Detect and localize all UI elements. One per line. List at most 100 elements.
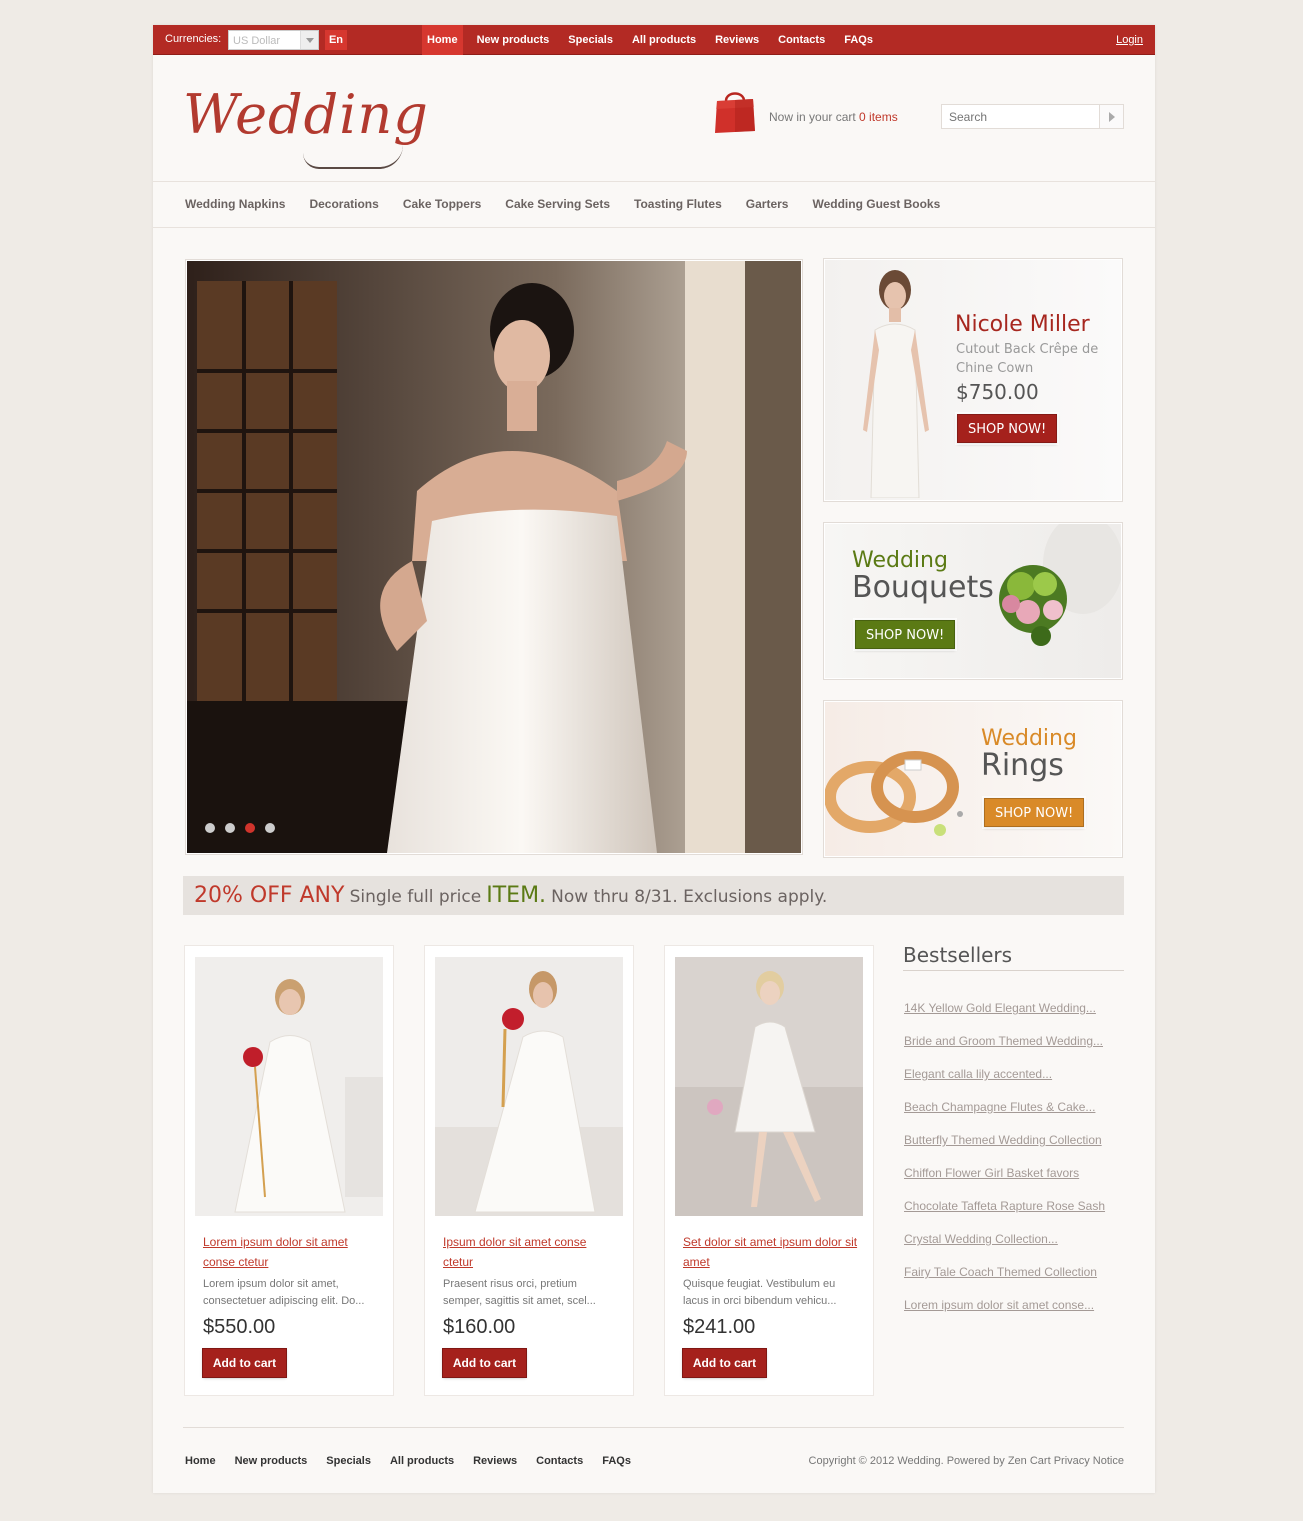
top-nav-faqs[interactable]: FAQs xyxy=(839,25,878,55)
list-item: Chocolate Taffeta Rapture Rose Sash xyxy=(904,1197,1105,1230)
bestseller-link[interactable]: Bride and Groom Themed Wedding... xyxy=(904,1034,1103,1048)
banner-price: $750.00 xyxy=(956,380,1039,404)
category-wedding-napkins[interactable]: Wedding Napkins xyxy=(185,197,285,211)
product-card: Set dolor sit amet ipsum dolor sit amet … xyxy=(664,945,874,1396)
banner-line2: Bouquets xyxy=(852,570,994,605)
currencies-label: Currencies: xyxy=(165,33,222,45)
footer-nav-home[interactable]: Home xyxy=(185,1455,216,1467)
product-price: $241.00 xyxy=(683,1316,756,1338)
banner-line2: Rings xyxy=(981,748,1064,783)
promo-text: Single full price xyxy=(349,887,482,907)
rings-image xyxy=(825,751,963,836)
product-card: Lorem ipsum dolor sit amet conse ctetur … xyxy=(184,945,394,1396)
list-item: Beach Champagne Flutes & Cake... xyxy=(904,1098,1105,1131)
product-description: Lorem ipsum dolor sit amet, consectetuer… xyxy=(203,1278,365,1307)
slider-dot[interactable] xyxy=(265,823,275,833)
product-price: $160.00 xyxy=(443,1316,516,1338)
list-item: Elegant calla lily accented... xyxy=(904,1065,1105,1098)
bestseller-link[interactable]: Beach Champagne Flutes & Cake... xyxy=(904,1100,1095,1114)
copyright: Copyright © 2012 Wedding. Powered by Zen… xyxy=(808,1455,1124,1467)
promo-banner: 20% OFF ANY Single full price ITEM. Now … xyxy=(183,876,1124,915)
top-nav-specials[interactable]: Specials xyxy=(563,25,618,55)
currency-select[interactable]: US Dollar xyxy=(228,30,319,50)
add-to-cart-button[interactable]: Add to cart xyxy=(443,1349,526,1377)
search-input[interactable] xyxy=(942,105,1100,128)
banner-bouquets[interactable]: Wedding Bouquets SHOP NOW! xyxy=(823,522,1123,680)
add-to-cart-button[interactable]: Add to cart xyxy=(203,1349,286,1377)
slider-dots xyxy=(205,823,285,833)
hero-image xyxy=(187,261,801,853)
top-nav-new-products[interactable]: New products xyxy=(472,25,555,55)
search-submit-button[interactable] xyxy=(1099,105,1123,128)
category-cake-serving-sets[interactable]: Cake Serving Sets xyxy=(505,197,610,211)
bestseller-link[interactable]: Chocolate Taffeta Rapture Rose Sash xyxy=(904,1199,1105,1213)
cart-count-link[interactable]: 0 items xyxy=(859,110,898,124)
slider-dot[interactable] xyxy=(205,823,215,833)
bestseller-link[interactable]: 14K Yellow Gold Elegant Wedding... xyxy=(904,1001,1096,1015)
list-item: Fairy Tale Coach Themed Collection xyxy=(904,1263,1105,1296)
slider-dot[interactable] xyxy=(225,823,235,833)
category-cake-toppers[interactable]: Cake Toppers xyxy=(403,197,481,211)
footer-nav-all-products[interactable]: All products xyxy=(390,1455,454,1467)
logo-swash xyxy=(303,145,403,169)
divider xyxy=(903,970,1124,971)
banner-title: Nicole Miller xyxy=(955,312,1090,337)
product-image[interactable] xyxy=(435,957,623,1216)
site-logo[interactable]: Wedding xyxy=(183,83,429,146)
arrow-right-icon xyxy=(1109,112,1115,122)
bestsellers-list: 14K Yellow Gold Elegant Wedding... Bride… xyxy=(904,999,1105,1329)
product-description: Praesent risus orci, pretium semper, sag… xyxy=(443,1278,596,1307)
shop-now-button[interactable]: SHOP NOW! xyxy=(984,798,1085,827)
banner-subtitle: Cutout Back Crêpe de Chine Cown xyxy=(956,342,1099,376)
banner-rings[interactable]: Wedding Rings SHOP NOW! xyxy=(823,700,1123,858)
list-item: Crystal Wedding Collection... xyxy=(904,1230,1105,1263)
shop-now-button[interactable]: SHOP NOW! xyxy=(957,414,1058,443)
bestseller-link[interactable]: Crystal Wedding Collection... xyxy=(904,1232,1058,1246)
language-button[interactable]: En xyxy=(325,30,347,50)
hero-slider[interactable] xyxy=(185,259,803,855)
product-image[interactable] xyxy=(675,957,863,1216)
product-card: Ipsum dolor sit amet conse ctetur Praese… xyxy=(424,945,634,1396)
category-garters[interactable]: Garters xyxy=(746,197,789,211)
product-name-link[interactable]: Ipsum dolor sit amet conse ctetur xyxy=(443,1232,618,1272)
divider xyxy=(153,227,1155,228)
bestseller-link[interactable]: Elegant calla lily accented... xyxy=(904,1067,1052,1081)
footer-nav-specials[interactable]: Specials xyxy=(326,1455,371,1467)
top-nav-reviews[interactable]: Reviews xyxy=(710,25,764,55)
top-nav: Home New products Specials All products … xyxy=(422,25,887,55)
category-decorations[interactable]: Decorations xyxy=(309,197,378,211)
banner-nicole-miller[interactable]: Nicole Miller Cutout Back Crêpe de Chine… xyxy=(823,258,1123,502)
top-nav-contacts[interactable]: Contacts xyxy=(773,25,830,55)
search-box xyxy=(941,104,1124,129)
product-image[interactable] xyxy=(195,957,383,1216)
footer-nav-contacts[interactable]: Contacts xyxy=(536,1455,583,1467)
bestseller-link[interactable]: Butterfly Themed Wedding Collection xyxy=(904,1133,1102,1147)
product-name-link[interactable]: Set dolor sit amet ipsum dolor sit amet xyxy=(683,1232,858,1272)
product-price: $550.00 xyxy=(203,1316,276,1338)
shopping-bag-icon[interactable] xyxy=(713,87,757,140)
top-nav-home[interactable]: Home xyxy=(422,25,463,55)
bestseller-link[interactable]: Fairy Tale Coach Themed Collection xyxy=(904,1265,1097,1279)
footer-nav-new-products[interactable]: New products xyxy=(235,1455,308,1467)
footer-nav-reviews[interactable]: Reviews xyxy=(473,1455,517,1467)
product-name-link[interactable]: Lorem ipsum dolor sit amet conse ctetur xyxy=(203,1232,378,1272)
promo-item: ITEM. xyxy=(486,883,547,908)
slider-dot-active[interactable] xyxy=(245,823,255,833)
page: Currencies: US Dollar En Home New produc… xyxy=(153,25,1155,1493)
bestseller-link[interactable]: Lorem ipsum dolor sit amet conse... xyxy=(904,1298,1094,1312)
category-toasting-flutes[interactable]: Toasting Flutes xyxy=(634,197,722,211)
bestseller-link[interactable]: Chiffon Flower Girl Basket favors xyxy=(904,1166,1079,1180)
shop-now-button[interactable]: SHOP NOW! xyxy=(855,620,956,649)
top-bar: Currencies: US Dollar En Home New produc… xyxy=(153,25,1155,55)
footer-nav-faqs[interactable]: FAQs xyxy=(602,1455,631,1467)
login-link[interactable]: Login xyxy=(1116,34,1143,46)
list-item: Butterfly Themed Wedding Collection xyxy=(904,1131,1105,1164)
divider xyxy=(183,1427,1124,1428)
bouquet-image xyxy=(999,524,1121,646)
add-to-cart-button[interactable]: Add to cart xyxy=(683,1349,766,1377)
top-nav-all-products[interactable]: All products xyxy=(627,25,701,55)
divider xyxy=(153,181,1155,182)
category-wedding-guest-books[interactable]: Wedding Guest Books xyxy=(812,197,940,211)
promo-terms: Now thru 8/31. Exclusions apply. xyxy=(551,887,828,907)
bestsellers-heading: Bestsellers xyxy=(903,943,1013,967)
